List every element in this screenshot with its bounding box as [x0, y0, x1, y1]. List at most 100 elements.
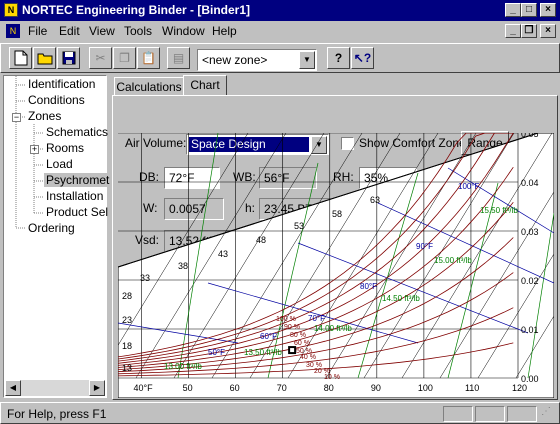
- tree-item-product-selection[interactable]: Product Sel: [46, 205, 108, 219]
- status-text: For Help, press F1: [7, 407, 107, 421]
- enthalpy-label: 13: [122, 363, 132, 373]
- print-icon[interactable]: ▤: [167, 47, 190, 69]
- enthalpy-label: 38: [178, 261, 188, 271]
- status-pane-scrl: [507, 406, 537, 422]
- rh-label: 100 %: [276, 316, 296, 323]
- scroll-right-icon[interactable]: ▶: [89, 380, 105, 396]
- state-point-marker: [288, 346, 297, 355]
- save-icon[interactable]: [57, 47, 80, 69]
- tree-item-load[interactable]: Load: [46, 157, 73, 171]
- y-tick-label: 0.01: [521, 325, 539, 335]
- tree-item-rooms[interactable]: Rooms: [46, 141, 84, 155]
- enthalpy-label: 18: [122, 341, 132, 351]
- wetbulb-label: 70°F: [308, 314, 325, 323]
- x-tick-label: 70: [277, 383, 287, 393]
- x-tick-label: 110: [465, 383, 479, 393]
- y-tick-label: 0.05: [521, 133, 539, 139]
- enthalpy-label: 63: [370, 195, 380, 205]
- binder-icon[interactable]: N: [4, 3, 18, 17]
- status-bar: For Help, press F1 ⋰: [0, 402, 560, 424]
- y-tick-label: 0.02: [521, 276, 539, 286]
- enthalpy-label: 48: [256, 235, 266, 245]
- state-point-center: [290, 348, 295, 353]
- mdi-minimize-button[interactable]: _: [505, 24, 521, 38]
- tree-horizontal-scrollbar[interactable]: ◀ ▶: [5, 380, 105, 396]
- scroll-left-icon[interactable]: ◀: [5, 380, 21, 396]
- zone-select[interactable]: <new zone> ▼: [197, 49, 317, 71]
- tree-item-psychrometrics[interactable]: Psychromet: [44, 173, 112, 187]
- menu-window[interactable]: Window: [162, 24, 205, 38]
- mdi-close-button[interactable]: ×: [540, 24, 556, 38]
- title-bar: N NORTEC Engineering Binder - [Binder1] …: [0, 0, 560, 21]
- x-tick-label: 60: [230, 383, 240, 393]
- volume-label: 15.50 ft³/lb: [480, 206, 518, 215]
- tree-item-zones[interactable]: Zones: [28, 109, 61, 123]
- tree-item-conditions[interactable]: Conditions: [28, 93, 85, 107]
- x-tick-label: 80: [324, 383, 334, 393]
- psychrometric-chart: 40°F 50 60 70 80 90 100 110 120 0.05 0.04 0.03 0.02 0…: [118, 133, 554, 398]
- open-folder-icon[interactable]: [33, 47, 56, 69]
- tab-calculations[interactable]: Calculations: [114, 77, 184, 96]
- tree-item-installation[interactable]: Installation: [46, 189, 103, 203]
- collapse-zones-icon[interactable]: −: [12, 113, 21, 122]
- volume-label: 15.00 ft³/lb: [434, 256, 472, 265]
- volume-label: 14.50 ft³/lb: [382, 294, 420, 303]
- expand-rooms-icon[interactable]: +: [30, 145, 39, 154]
- document-icon[interactable]: N: [6, 24, 20, 38]
- wetbulb-label: 50°F: [208, 348, 225, 357]
- menu-edit[interactable]: Edit: [59, 24, 80, 38]
- minimize-button[interactable]: _: [505, 3, 521, 17]
- maximize-button[interactable]: □: [521, 3, 537, 17]
- y-tick-label: 0.00: [521, 374, 539, 384]
- volume-label: 13.00 ft³/lb: [164, 362, 202, 371]
- window-title: NORTEC Engineering Binder - [Binder1]: [22, 3, 251, 17]
- copy-icon[interactable]: ❐: [113, 47, 136, 69]
- enthalpy-label: 33: [140, 273, 150, 283]
- enthalpy-label: 58: [332, 209, 342, 219]
- x-tick-label: 120: [512, 383, 527, 393]
- menu-bar: N File Edit View Tools Window Help _ ❐ ×: [0, 21, 560, 41]
- tab-chart[interactable]: Chart: [183, 75, 227, 96]
- wetbulb-label: 60°F: [260, 332, 277, 341]
- wetbulb-label: 90°F: [416, 242, 433, 251]
- enthalpy-label: 53: [294, 221, 304, 231]
- close-button[interactable]: ×: [540, 3, 556, 17]
- enthalpy-label: 23: [122, 315, 132, 325]
- x-tick-label: 50: [183, 383, 193, 393]
- rh-label: 90 %: [284, 324, 300, 331]
- y-tick-label: 0.03: [521, 227, 539, 237]
- volume-label: 13.50 ft³/lb: [244, 348, 282, 357]
- volume-label: 14.00 ft³/lb: [314, 324, 352, 333]
- wetbulb-label: 80°F: [360, 282, 377, 291]
- rh-label: 60 %: [294, 340, 310, 347]
- context-help-icon[interactable]: ↖?: [351, 47, 374, 69]
- y-tick-label: 0.04: [521, 178, 539, 188]
- x-tick-label: 100: [418, 383, 433, 393]
- tree-item-schematics[interactable]: Schematics: [46, 125, 108, 139]
- navigation-tree: Identification Conditions − Zones Schema…: [3, 75, 112, 398]
- menu-tools[interactable]: Tools: [124, 24, 152, 38]
- rh-label: 40 %: [300, 354, 316, 361]
- x-tick-label: 90: [371, 383, 381, 393]
- menu-view[interactable]: View: [89, 24, 115, 38]
- cut-icon[interactable]: ✂: [89, 47, 112, 69]
- chevron-down-icon[interactable]: ▼: [299, 51, 315, 69]
- wetbulb-label: 100°F: [458, 182, 480, 191]
- status-pane-cap: [443, 406, 473, 422]
- status-pane-num: [475, 406, 505, 422]
- enthalpy-label: 43: [218, 249, 228, 259]
- resize-grip-icon[interactable]: ⋰: [541, 406, 559, 422]
- rh-label: 10 %: [324, 374, 340, 381]
- menu-help[interactable]: Help: [212, 24, 237, 38]
- x-tick-label: 40°F: [134, 383, 154, 393]
- toolbar: ✂ ❐ 📋 ▤ <new zone> ▼ ? ↖?: [0, 43, 560, 73]
- tree-item-ordering[interactable]: Ordering: [28, 221, 75, 235]
- paste-icon[interactable]: 📋: [137, 47, 160, 69]
- new-file-icon[interactable]: [9, 47, 32, 69]
- zone-select-value: <new zone>: [202, 53, 268, 67]
- menu-file[interactable]: File: [28, 24, 47, 38]
- tree-item-identification[interactable]: Identification: [28, 77, 95, 91]
- enthalpy-label: 28: [122, 291, 132, 301]
- help-icon[interactable]: ?: [327, 47, 350, 69]
- mdi-restore-button[interactable]: ❐: [521, 24, 537, 38]
